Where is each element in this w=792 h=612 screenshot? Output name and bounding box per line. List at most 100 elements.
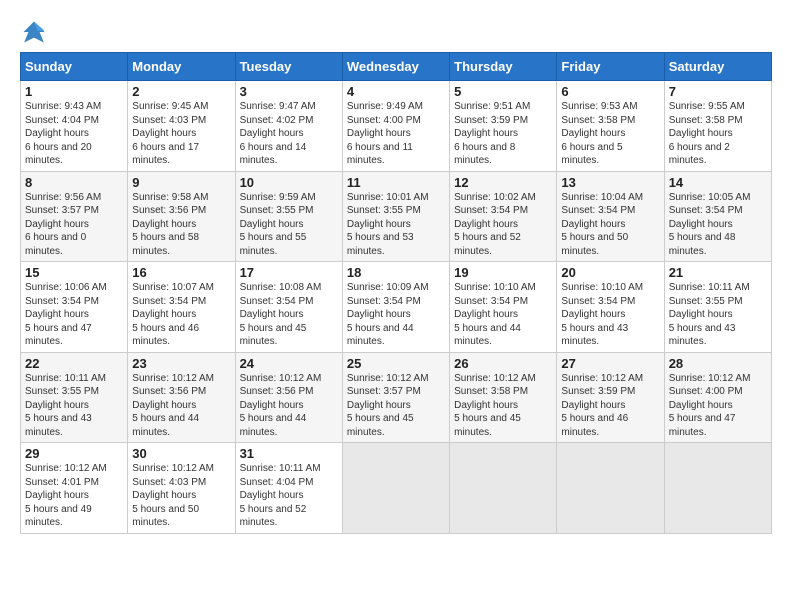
day-number: 15	[25, 265, 123, 280]
table-row: 17 Sunrise: 10:08 AMSunset: 3:54 PMDayli…	[235, 262, 342, 353]
day-info: Sunrise: 10:12 AMSunset: 3:58 PMDaylight…	[454, 373, 536, 438]
col-tuesday: Tuesday	[235, 53, 342, 81]
day-number: 28	[669, 356, 767, 371]
table-row: 31 Sunrise: 10:11 AMSunset: 4:04 PMDayli…	[235, 443, 342, 534]
day-info: Sunrise: 9:56 AMSunset: 3:57 PMDaylight …	[25, 192, 101, 257]
day-number: 2	[132, 84, 230, 99]
day-info: Sunrise: 9:43 AMSunset: 4:04 PMDaylight …	[25, 101, 101, 166]
table-row: 14 Sunrise: 10:05 AMSunset: 3:54 PMDayli…	[664, 171, 771, 262]
table-row: 30 Sunrise: 10:12 AMSunset: 4:03 PMDayli…	[128, 443, 235, 534]
day-info: Sunrise: 10:05 AMSunset: 3:54 PMDaylight…	[669, 192, 751, 257]
day-number: 12	[454, 175, 552, 190]
day-info: Sunrise: 10:12 AMSunset: 3:56 PMDaylight…	[240, 373, 322, 438]
col-thursday: Thursday	[450, 53, 557, 81]
col-wednesday: Wednesday	[342, 53, 449, 81]
day-number: 3	[240, 84, 338, 99]
day-info: Sunrise: 10:09 AMSunset: 3:54 PMDaylight…	[347, 282, 429, 347]
day-number: 26	[454, 356, 552, 371]
day-number: 18	[347, 265, 445, 280]
table-row: 5 Sunrise: 9:51 AMSunset: 3:59 PMDayligh…	[450, 81, 557, 172]
day-info: Sunrise: 10:01 AMSunset: 3:55 PMDaylight…	[347, 192, 429, 257]
table-row: 15 Sunrise: 10:06 AMSunset: 3:54 PMDayli…	[21, 262, 128, 353]
day-info: Sunrise: 10:06 AMSunset: 3:54 PMDaylight…	[25, 282, 107, 347]
table-row: 11 Sunrise: 10:01 AMSunset: 3:55 PMDayli…	[342, 171, 449, 262]
day-number: 14	[669, 175, 767, 190]
day-info: Sunrise: 10:12 AMSunset: 3:59 PMDaylight…	[561, 373, 643, 438]
table-row: 25 Sunrise: 10:12 AMSunset: 3:57 PMDayli…	[342, 352, 449, 443]
day-info: Sunrise: 10:10 AMSunset: 3:54 PMDaylight…	[561, 282, 643, 347]
table-row: 28 Sunrise: 10:12 AMSunset: 4:00 PMDayli…	[664, 352, 771, 443]
logo-bird-icon	[20, 18, 48, 46]
day-info: Sunrise: 10:12 AMSunset: 4:01 PMDaylight…	[25, 463, 107, 528]
day-info: Sunrise: 10:02 AMSunset: 3:54 PMDaylight…	[454, 192, 536, 257]
day-info: Sunrise: 9:47 AMSunset: 4:02 PMDaylight …	[240, 101, 316, 166]
logo	[20, 18, 52, 46]
table-row	[450, 443, 557, 534]
day-info: Sunrise: 10:11 AMSunset: 4:04 PMDaylight…	[240, 463, 321, 528]
calendar-week-row: 29 Sunrise: 10:12 AMSunset: 4:01 PMDayli…	[21, 443, 772, 534]
day-number: 31	[240, 446, 338, 461]
table-row: 16 Sunrise: 10:07 AMSunset: 3:54 PMDayli…	[128, 262, 235, 353]
day-number: 23	[132, 356, 230, 371]
day-number: 4	[347, 84, 445, 99]
table-row: 23 Sunrise: 10:12 AMSunset: 3:56 PMDayli…	[128, 352, 235, 443]
day-info: Sunrise: 9:51 AMSunset: 3:59 PMDaylight …	[454, 101, 530, 166]
table-row: 10 Sunrise: 9:59 AMSunset: 3:55 PMDaylig…	[235, 171, 342, 262]
calendar-week-row: 1 Sunrise: 9:43 AMSunset: 4:04 PMDayligh…	[21, 81, 772, 172]
table-row: 18 Sunrise: 10:09 AMSunset: 3:54 PMDayli…	[342, 262, 449, 353]
table-row: 3 Sunrise: 9:47 AMSunset: 4:02 PMDayligh…	[235, 81, 342, 172]
day-info: Sunrise: 9:58 AMSunset: 3:56 PMDaylight …	[132, 192, 208, 257]
table-row: 27 Sunrise: 10:12 AMSunset: 3:59 PMDayli…	[557, 352, 664, 443]
day-number: 13	[561, 175, 659, 190]
table-row: 7 Sunrise: 9:55 AMSunset: 3:58 PMDayligh…	[664, 81, 771, 172]
day-number: 1	[25, 84, 123, 99]
table-row: 29 Sunrise: 10:12 AMSunset: 4:01 PMDayli…	[21, 443, 128, 534]
calendar-table: Sunday Monday Tuesday Wednesday Thursday…	[20, 52, 772, 534]
table-row	[664, 443, 771, 534]
table-row: 20 Sunrise: 10:10 AMSunset: 3:54 PMDayli…	[557, 262, 664, 353]
day-info: Sunrise: 10:10 AMSunset: 3:54 PMDaylight…	[454, 282, 536, 347]
table-row: 12 Sunrise: 10:02 AMSunset: 3:54 PMDayli…	[450, 171, 557, 262]
day-number: 29	[25, 446, 123, 461]
table-row: 24 Sunrise: 10:12 AMSunset: 3:56 PMDayli…	[235, 352, 342, 443]
day-number: 22	[25, 356, 123, 371]
day-number: 24	[240, 356, 338, 371]
header	[20, 18, 772, 46]
day-number: 11	[347, 175, 445, 190]
day-info: Sunrise: 10:11 AMSunset: 3:55 PMDaylight…	[25, 373, 106, 438]
day-number: 21	[669, 265, 767, 280]
calendar-week-row: 8 Sunrise: 9:56 AMSunset: 3:57 PMDayligh…	[21, 171, 772, 262]
day-info: Sunrise: 9:59 AMSunset: 3:55 PMDaylight …	[240, 192, 316, 257]
day-number: 16	[132, 265, 230, 280]
day-number: 30	[132, 446, 230, 461]
col-saturday: Saturday	[664, 53, 771, 81]
day-info: Sunrise: 9:55 AMSunset: 3:58 PMDaylight …	[669, 101, 745, 166]
table-row: 2 Sunrise: 9:45 AMSunset: 4:03 PMDayligh…	[128, 81, 235, 172]
day-info: Sunrise: 10:07 AMSunset: 3:54 PMDaylight…	[132, 282, 214, 347]
calendar-week-row: 22 Sunrise: 10:11 AMSunset: 3:55 PMDayli…	[21, 352, 772, 443]
table-row: 4 Sunrise: 9:49 AMSunset: 4:00 PMDayligh…	[342, 81, 449, 172]
page-container: Sunday Monday Tuesday Wednesday Thursday…	[0, 0, 792, 544]
day-info: Sunrise: 10:04 AMSunset: 3:54 PMDaylight…	[561, 192, 643, 257]
day-number: 5	[454, 84, 552, 99]
table-row: 19 Sunrise: 10:10 AMSunset: 3:54 PMDayli…	[450, 262, 557, 353]
day-number: 10	[240, 175, 338, 190]
col-friday: Friday	[557, 53, 664, 81]
day-info: Sunrise: 10:12 AMSunset: 3:56 PMDaylight…	[132, 373, 214, 438]
table-row: 26 Sunrise: 10:12 AMSunset: 3:58 PMDayli…	[450, 352, 557, 443]
day-info: Sunrise: 10:12 AMSunset: 3:57 PMDaylight…	[347, 373, 429, 438]
day-info: Sunrise: 10:11 AMSunset: 3:55 PMDaylight…	[669, 282, 750, 347]
table-row: 1 Sunrise: 9:43 AMSunset: 4:04 PMDayligh…	[21, 81, 128, 172]
day-number: 8	[25, 175, 123, 190]
day-info: Sunrise: 10:12 AMSunset: 4:03 PMDaylight…	[132, 463, 214, 528]
table-row	[557, 443, 664, 534]
day-number: 6	[561, 84, 659, 99]
day-info: Sunrise: 10:12 AMSunset: 4:00 PMDaylight…	[669, 373, 751, 438]
day-number: 27	[561, 356, 659, 371]
table-row: 6 Sunrise: 9:53 AMSunset: 3:58 PMDayligh…	[557, 81, 664, 172]
day-info: Sunrise: 9:45 AMSunset: 4:03 PMDaylight …	[132, 101, 208, 166]
table-row: 13 Sunrise: 10:04 AMSunset: 3:54 PMDayli…	[557, 171, 664, 262]
table-row	[342, 443, 449, 534]
day-number: 17	[240, 265, 338, 280]
col-monday: Monday	[128, 53, 235, 81]
